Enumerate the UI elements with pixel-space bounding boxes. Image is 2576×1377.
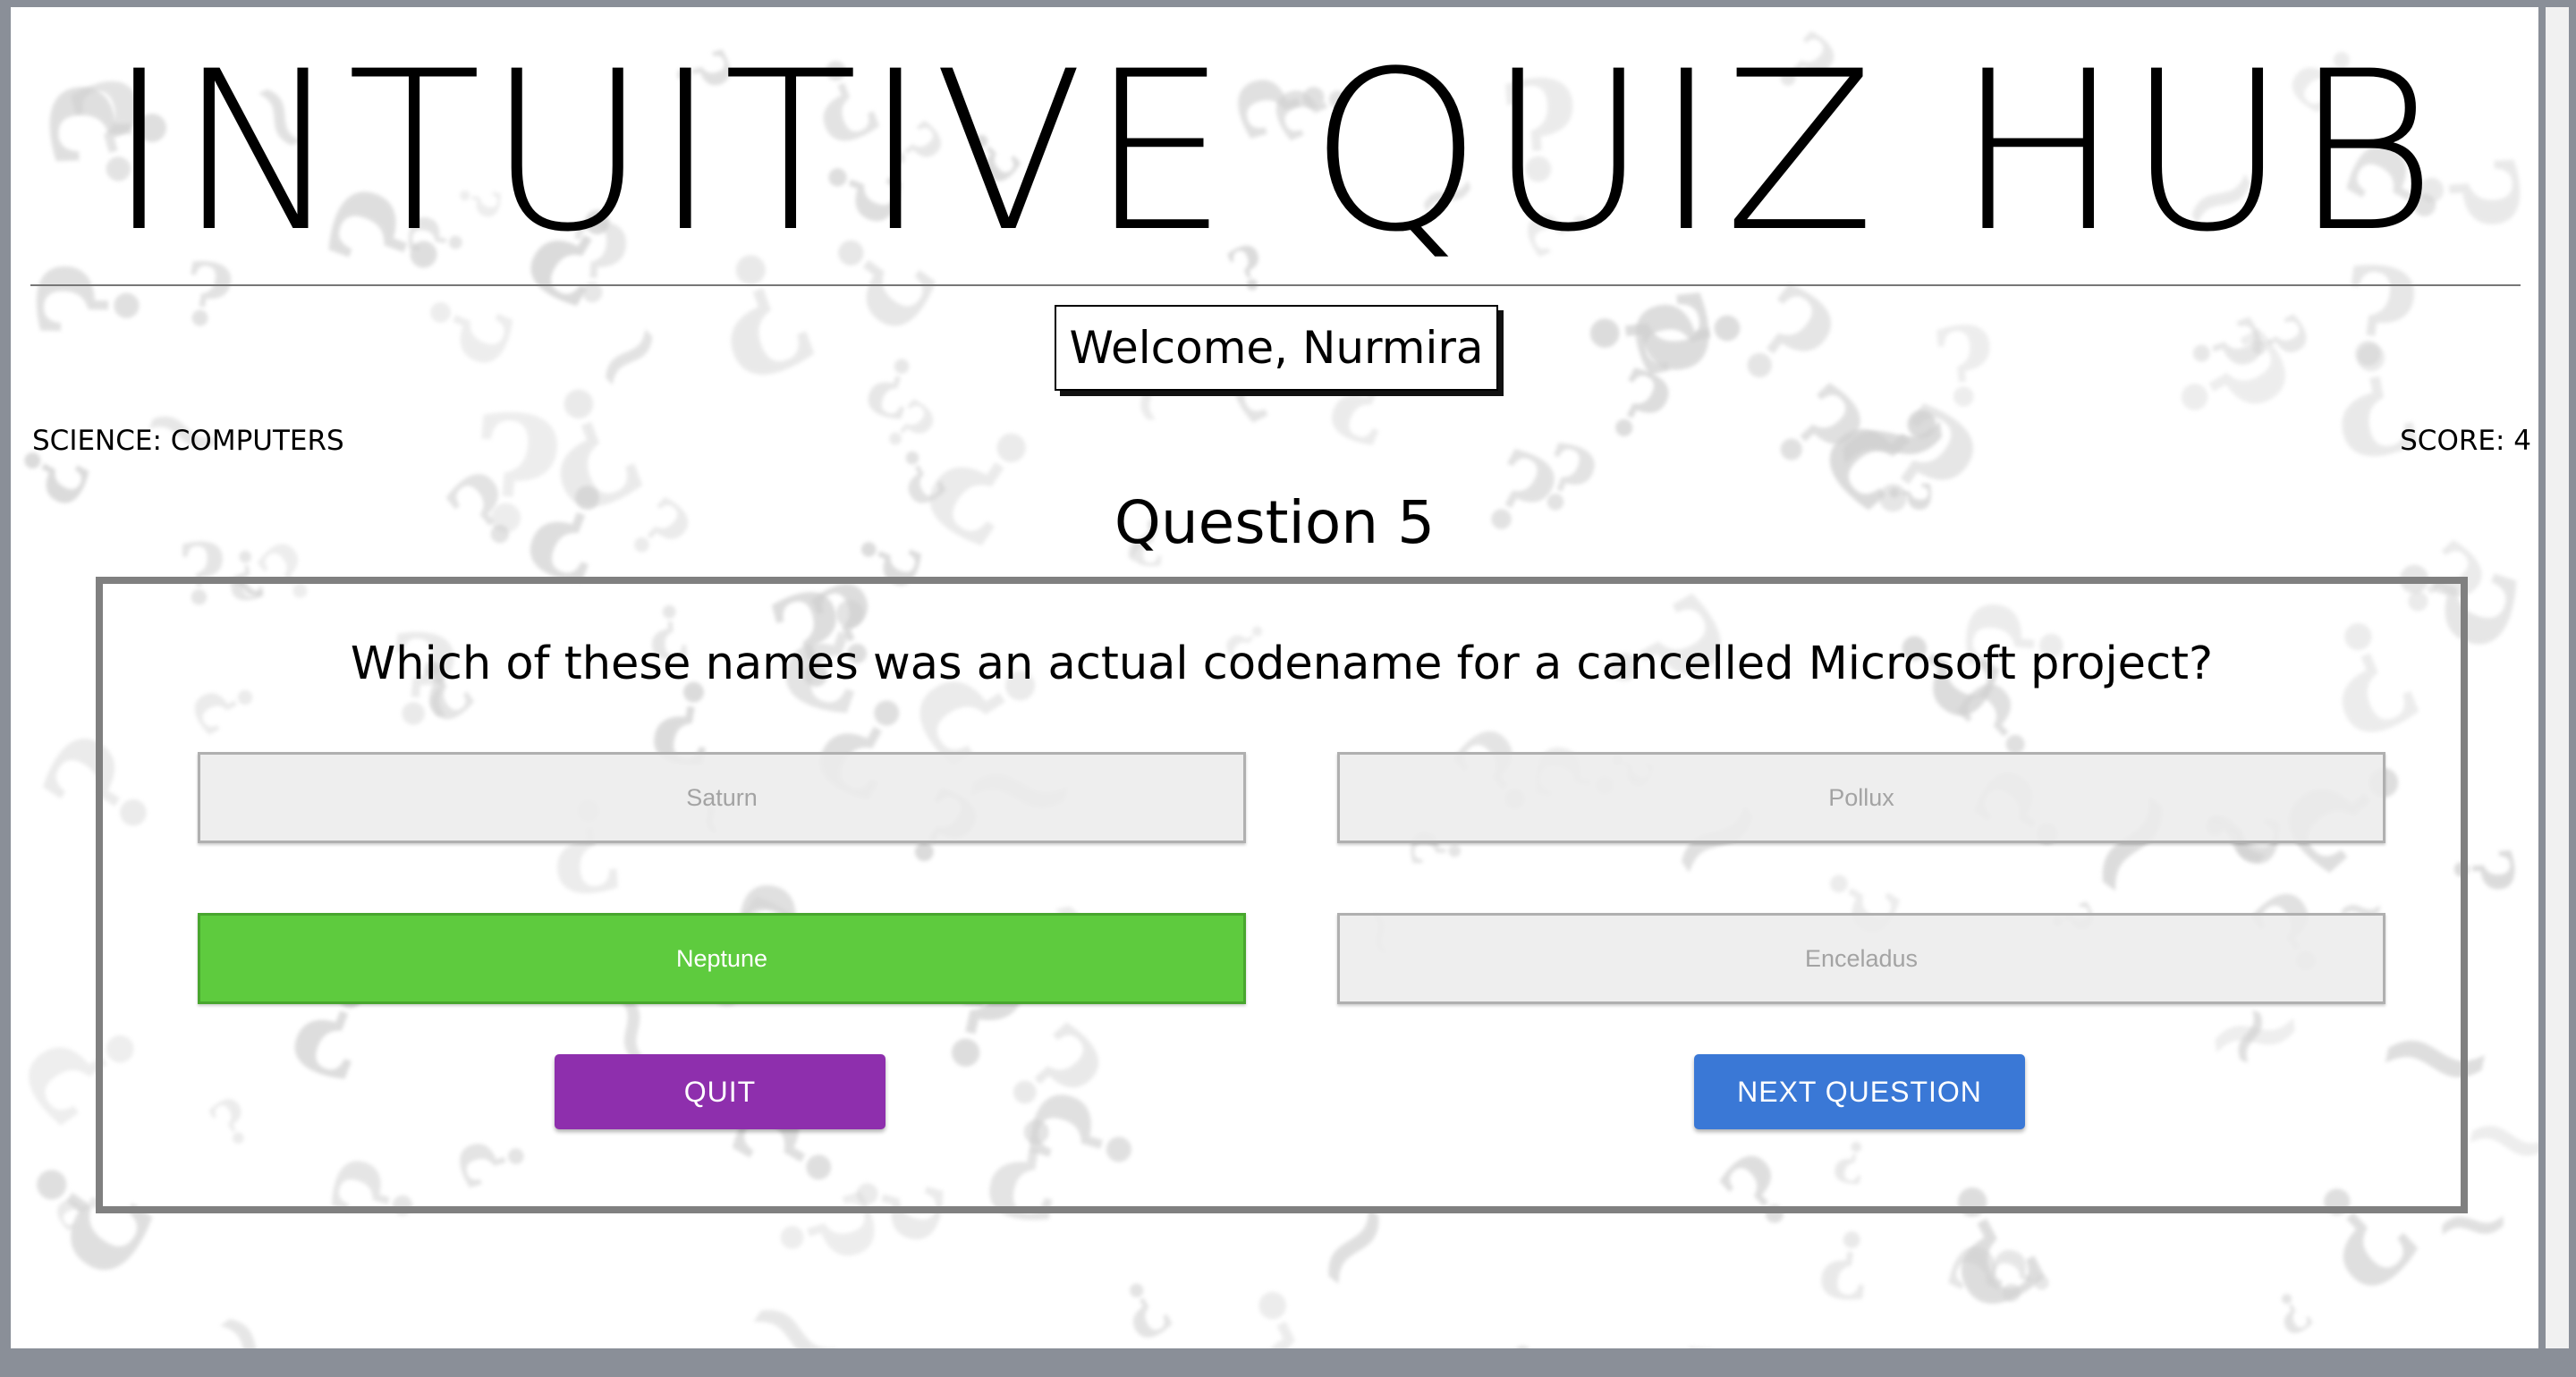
question-text: Which of these names was an actual coden…: [350, 638, 2214, 690]
question-mark-pattern-icon: ?: [1927, 300, 2003, 434]
question-mark-pattern-icon: ¿: [2221, 307, 2317, 384]
page: ~????????~¿~¿?¿?~¿??~¿????~?~?~???¿¿??¿¿…: [11, 7, 2538, 1348]
answer-option-pollux[interactable]: Pollux: [1337, 752, 2385, 843]
question-mark-pattern-icon: ?: [1743, 359, 1891, 503]
scrollbar[interactable]: [2546, 7, 2569, 1348]
question-mark-pattern-icon: ?: [1104, 1260, 1184, 1348]
question-mark-pattern-icon: ?: [1707, 254, 1862, 425]
welcome-banner: Welcome, Nurmira: [1055, 305, 1498, 391]
question-mark-pattern-icon: ?: [394, 272, 538, 383]
question-mark-pattern-icon: ?: [1927, 1228, 2054, 1330]
score-display: SCORE: 4: [2400, 425, 2531, 457]
quiz-card: Which of these names was an actual coden…: [96, 577, 2468, 1213]
question-mark-pattern-icon: ?: [1550, 278, 1743, 390]
quit-button[interactable]: QUIT: [555, 1054, 886, 1129]
question-mark-pattern-icon: ?: [1589, 346, 1687, 469]
question-mark-pattern-icon: ?: [2262, 1276, 2322, 1347]
answer-option-saturn[interactable]: Saturn: [198, 752, 1246, 843]
question-mark-pattern-icon: ~: [556, 283, 698, 427]
question-mark-pattern-icon: ~: [165, 1273, 328, 1348]
quiz-category: SCIENCE: COMPUTERS: [32, 425, 344, 457]
question-mark-pattern-icon: ?: [868, 385, 949, 469]
question-mark-pattern-icon: ?: [1555, 1325, 1750, 1348]
question-mark-pattern-icon: ?: [1208, 1246, 1363, 1348]
answer-option-neptune[interactable]: Neptune: [198, 913, 1246, 1004]
question-mark-pattern-icon: ?: [2137, 304, 2323, 460]
question-mark-pattern-icon: ~: [707, 1234, 889, 1348]
question-mark-pattern-icon: ?: [1601, 274, 1779, 392]
question-mark-pattern-icon: ?: [1812, 1207, 1879, 1321]
question-number: Question 5: [1114, 488, 1436, 557]
question-mark-pattern-icon: ¿: [1982, 1241, 2085, 1314]
question-mark-pattern-icon: ?: [2165, 304, 2285, 392]
question-mark-pattern-icon: ¿: [1478, 1304, 1569, 1348]
next-question-button[interactable]: NEXT QUESTION: [1694, 1054, 2025, 1129]
title-divider: [30, 284, 2521, 286]
page-title: INTUITIVE QUIZ HUB: [106, 25, 2443, 281]
answer-option-enceladus[interactable]: Enceladus: [1337, 913, 2385, 1004]
question-mark-pattern-icon: ¿: [860, 322, 934, 427]
